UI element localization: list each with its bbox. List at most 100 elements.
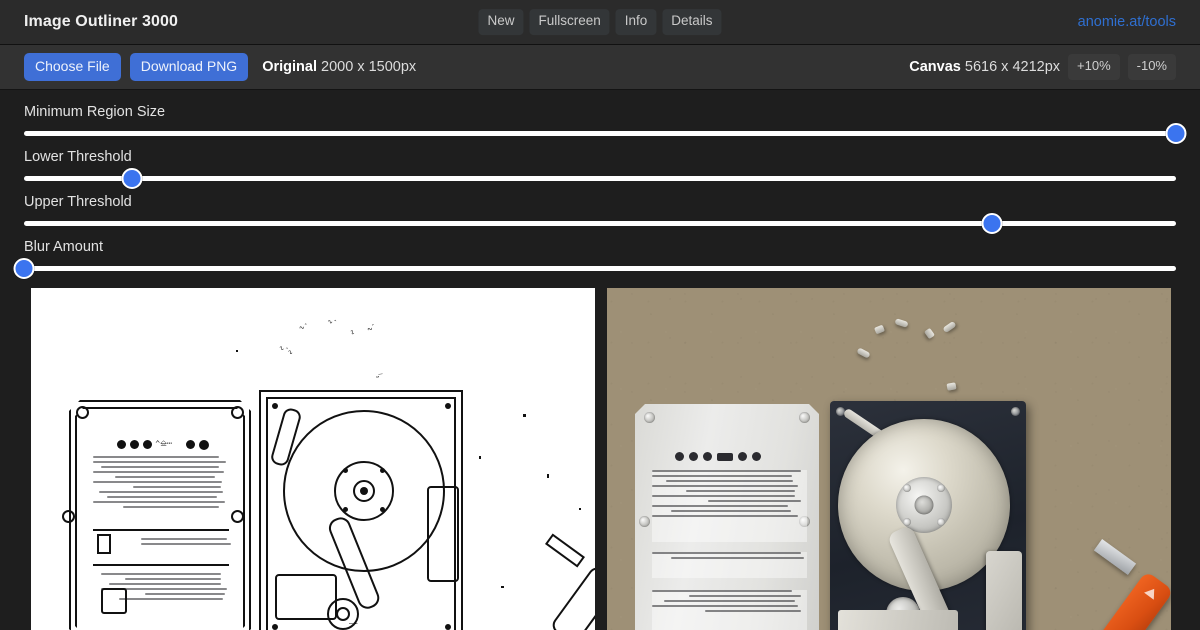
ink-speckle [547, 474, 549, 478]
ink-hub-screw [380, 507, 385, 512]
drive-screw [639, 516, 650, 527]
control-blur-amount: Blur Amount [13, 233, 1176, 279]
ink-cert-icon [130, 440, 139, 449]
slider-track [24, 266, 1176, 271]
ink-corner-screw [272, 403, 278, 409]
ink-hub-screw [380, 468, 385, 473]
page-title: Image Outliner 3000 [24, 13, 178, 30]
ink-cert-icon [143, 440, 152, 449]
upper-threshold-slider[interactable] [24, 213, 1176, 234]
blur-amount-slider[interactable] [13, 258, 1176, 279]
original-label: Original [262, 58, 317, 75]
ink-hub-screw [343, 507, 348, 512]
lower-threshold-label: Lower Threshold [24, 149, 132, 165]
control-lower-threshold: Lower Threshold [24, 143, 1176, 189]
canvas-label: Canvas [909, 58, 961, 75]
ink-speckle [501, 586, 504, 588]
certification-icon-row [675, 452, 761, 461]
zoom-in-button[interactable]: +10% [1068, 54, 1120, 80]
slider-track [24, 131, 1176, 136]
outline-canvas: ∿ˆ ∿ˆ ∿ ∿ˆ ∿ˆ∿ ⎵— ⌃⎒⋯ ⎯⎯⎯ [31, 288, 595, 630]
ink-corner-screw [272, 624, 278, 630]
header-nav: New Fullscreen Info Details [478, 9, 722, 35]
nav-new-button[interactable]: New [478, 9, 524, 35]
nav-details-button[interactable]: Details [662, 9, 722, 35]
cert-icon [717, 453, 733, 461]
ink-logo-box [101, 588, 127, 614]
app-header: Image Outliner 3000 New Fullscreen Info … [0, 0, 1200, 45]
ink-hub-bolt [360, 487, 368, 495]
ink-cert-icon [117, 440, 126, 449]
zoom-out-button[interactable]: -10% [1127, 54, 1176, 80]
ink-cert-text: ⌃⎒⋯ [155, 440, 173, 449]
open-hard-drive [830, 401, 1026, 630]
lower-threshold-thumb[interactable] [121, 168, 143, 189]
toolbar-right-group: Canvas 5616 x 4212px +10% -10% [904, 54, 1176, 80]
preview-panels: ∿ˆ ∿ˆ ∿ ∿ˆ ∿ˆ∿ ⎵— ⌃⎒⋯ ⎯⎯⎯ [31, 288, 1171, 630]
upper-threshold-thumb[interactable] [981, 213, 1003, 234]
cert-icon [689, 452, 698, 461]
cert-icon [675, 452, 684, 461]
hub-screw [903, 484, 911, 492]
ink-speckle [523, 414, 526, 417]
ink-cutter-body [549, 564, 595, 630]
ink-barcode-box [97, 534, 111, 554]
ink-cutter-blade [544, 533, 586, 568]
cert-icon [738, 452, 747, 461]
ink-label-text-block [93, 456, 228, 511]
controls-panel: Minimum Region Size Lower Threshold Uppe… [0, 90, 1200, 279]
drive-label-text-top [652, 470, 807, 542]
ink-hub-screw [343, 468, 348, 473]
hub-screw [937, 484, 945, 492]
ink-side-block [427, 486, 459, 582]
outlined-preview-panel[interactable]: ∿ˆ ∿ˆ ∿ ∿ˆ ∿ˆ∿ ⎵— ⌃⎒⋯ ⎯⎯⎯ [31, 288, 595, 630]
toolbar: Choose File Download PNG Original 2000 x… [0, 45, 1200, 90]
original-dimensions: 2000 x 1500px [321, 58, 417, 75]
original-photo-panel[interactable]: ● Seagate [607, 288, 1171, 630]
spindle-hub [896, 477, 952, 533]
cert-icon [752, 452, 761, 461]
hub-screw [903, 518, 911, 526]
drive-screw [644, 412, 655, 423]
ink-cert-icon [186, 440, 195, 449]
drive-label-text-mid [652, 552, 807, 578]
ink-label-text-block [141, 538, 231, 548]
slider-track [24, 176, 1176, 181]
blur-amount-thumb[interactable] [13, 258, 35, 279]
blur-amount-label: Blur Amount [24, 239, 103, 255]
voice-coil-magnet [986, 551, 1022, 630]
nav-fullscreen-button[interactable]: Fullscreen [529, 9, 610, 35]
choose-file-button[interactable]: Choose File [24, 52, 121, 82]
brand-link[interactable]: anomie.at/tools [1078, 14, 1176, 30]
ink-speckle [579, 508, 581, 510]
control-minimum-region-size: Minimum Region Size [24, 98, 1187, 144]
ink-corner-screw [445, 403, 451, 409]
ink-screw-hole [231, 510, 244, 523]
download-png-button[interactable]: Download PNG [129, 52, 249, 82]
minimum-region-size-thumb[interactable] [1165, 123, 1187, 144]
closed-hard-drive: ● Seagate [635, 404, 819, 630]
ink-screw-mark: ∿ˆ [326, 318, 338, 327]
drive-screw [799, 412, 810, 423]
canvas-dimensions: 5616 x 4212px [964, 58, 1061, 75]
ink-cert-icon [199, 440, 209, 450]
ink-screw-mark: ∿ [347, 328, 357, 337]
ink-pcb-outline [275, 574, 337, 620]
ink-serial-text: ⎯⎯⎯ [349, 620, 358, 627]
ink-screw-mark: ∿ˆ∿ [277, 344, 294, 357]
ink-screw-mark: ∿ˆ [298, 322, 310, 332]
upper-threshold-label: Upper Threshold [24, 194, 132, 210]
lower-threshold-slider[interactable] [24, 168, 1176, 189]
nav-info-button[interactable]: Info [615, 9, 657, 35]
ink-screw-hole [231, 406, 244, 419]
ink-label-divider [93, 564, 229, 566]
ink-screw-hole [62, 510, 75, 523]
ink-corner-screw [445, 624, 451, 630]
ink-label-divider [93, 529, 229, 531]
ink-speckle [479, 456, 481, 459]
slider-track [24, 221, 1176, 226]
drive-label-text-bottom [652, 590, 807, 630]
control-upper-threshold: Upper Threshold [24, 188, 1176, 234]
minimum-region-size-slider[interactable] [24, 123, 1187, 144]
ink-speckle [236, 350, 238, 352]
